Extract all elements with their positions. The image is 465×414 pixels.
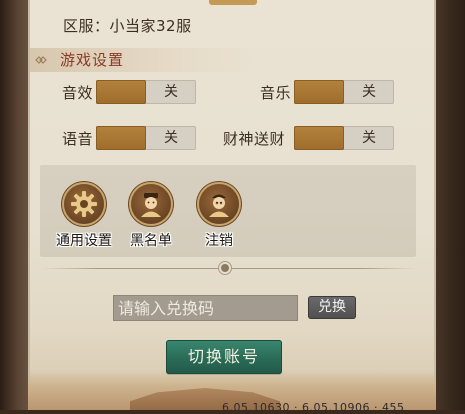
voice-label: 语音 [62, 130, 94, 148]
toggle-thumb [96, 80, 146, 104]
divider [42, 268, 416, 269]
redeem-button[interactable]: 兑换 [308, 296, 356, 319]
divider-ornament [221, 264, 229, 272]
sound-effects-label: 音效 [62, 84, 94, 102]
top-button-edge[interactable] [209, 0, 257, 5]
background-right-scene [431, 0, 465, 410]
general-settings-label: 通用设置 [56, 233, 112, 249]
version-text: 6.05.10630 · 6.05.10906 · 455 [222, 401, 405, 414]
diamond-ornament-icon [34, 53, 48, 67]
toggle-state: 关 [362, 84, 376, 100]
voice-toggle[interactable]: 关 [96, 126, 196, 150]
background-left-scene [0, 0, 30, 410]
toggle-state: 关 [164, 130, 178, 146]
blacklist-avatar-icon [131, 184, 171, 224]
general-settings-button[interactable]: 通用设置 [50, 184, 118, 254]
music-label: 音乐 [260, 84, 292, 102]
music-toggle[interactable]: 关 [294, 80, 394, 104]
toggle-thumb [294, 80, 344, 104]
fortune-god-toggle[interactable]: 关 [294, 126, 394, 150]
blacklist-label: 黑名单 [130, 233, 172, 249]
sound-effects-toggle[interactable]: 关 [96, 80, 196, 104]
server-label: 区服：小当家32服 [63, 17, 192, 35]
toggle-state: 关 [362, 130, 376, 146]
redeem-code-input[interactable] [113, 295, 298, 321]
logout-avatar-icon [199, 184, 239, 224]
toggle-thumb [294, 126, 344, 150]
blacklist-button[interactable]: 黑名单 [117, 184, 185, 254]
logout-label: 注销 [205, 233, 233, 249]
toggle-state: 关 [164, 84, 178, 100]
gear-icon [64, 184, 104, 224]
switch-account-button[interactable]: 切换账号 [166, 340, 282, 374]
logout-button[interactable]: 注销 [185, 184, 253, 254]
fortune-god-label: 财神送财 [223, 130, 286, 148]
game-settings-title: 游戏设置 [60, 51, 125, 69]
toggle-thumb [96, 126, 146, 150]
